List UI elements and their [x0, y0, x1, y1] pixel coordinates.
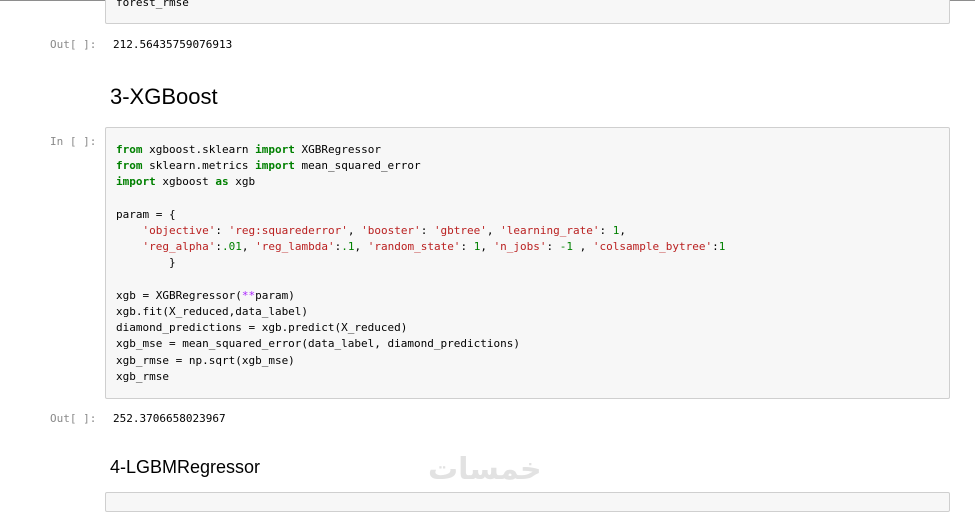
code-line-12: diamond_predictions = xgb.predict(X_redu… [116, 321, 408, 335]
output-prompt-2: Out[ ]: [50, 412, 97, 425]
code-line-3: import xgboost as xgb [116, 175, 256, 189]
output-value-xgb-rmse: 252.3706658023967 [113, 412, 226, 425]
code-cell-lgbm[interactable] [105, 492, 950, 512]
code-line-14: xgb_rmse = np.sqrt(xgb_mse) [116, 353, 295, 367]
input-prompt-xgb: In [ ]: [50, 135, 97, 148]
heading-lgbm: 4-LGBMRegressor [110, 457, 261, 477]
watermark-logo: خمسات [428, 452, 542, 487]
code-editor-xgboost[interactable]: from xgboost.sklearn import XGBRegressor… [116, 142, 725, 385]
code-cell-forest[interactable] [105, 0, 950, 24]
output-prompt-1: Out[ ]: [50, 38, 97, 51]
code-line-8: } [168, 256, 176, 270]
output-value-forest-rmse: 212.56435759076913 [113, 38, 233, 51]
code-line-13: xgb_mse = mean_squared_error(data_label,… [116, 337, 520, 351]
heading-xgboost: 3-XGBoost [110, 84, 218, 109]
code-line-10: xgb = XGBRegressor(**param) [116, 288, 295, 302]
code-line-2: from sklearn.metrics import mean_squared… [116, 159, 421, 173]
code-line-5: param = { [116, 207, 176, 221]
code-line-11: xgb.fit(X_reduced,data_label) [116, 305, 309, 319]
code-line-forest-rmse: forest_rmse [116, 0, 189, 9]
code-line-15: xgb_rmse [116, 369, 169, 383]
code-line-6: 'objective': 'reg:squarederror', 'booste… [142, 224, 627, 238]
code-line-1: from xgboost.sklearn import XGBRegressor [116, 143, 381, 156]
code-line-7: 'reg_alpha':.01, 'reg_lambda':.1, 'rando… [142, 240, 726, 254]
